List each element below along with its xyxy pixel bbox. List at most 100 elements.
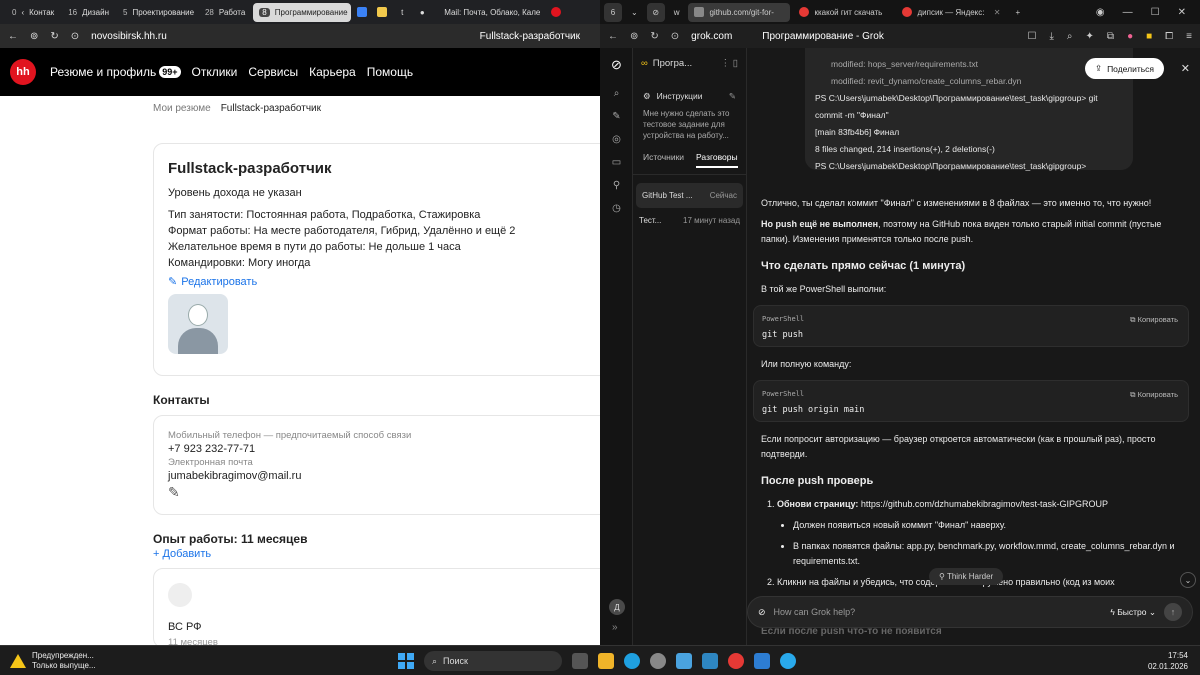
message-paragraph: В той же PowerShell выполни: (761, 284, 887, 294)
tab-favicon-t[interactable]: t (393, 3, 411, 22)
privacy-icon[interactable]: ⊚ (630, 31, 638, 42)
code-text: git push origin main (762, 405, 865, 415)
minimize-icon[interactable]: — (1123, 7, 1133, 18)
tab-favicon-w[interactable]: w (668, 3, 686, 22)
back-arrow-icon[interactable]: ← (8, 31, 18, 42)
new-chat-icon[interactable]: ✎ (600, 105, 633, 128)
tab-group-design[interactable]: 16 Дизайн (62, 3, 115, 22)
clock-date: 02.01.2026 (1147, 662, 1188, 671)
system-clock[interactable]: 17:54 02.01.2026 (1148, 650, 1188, 672)
tab-conversations[interactable]: Разговоры (696, 152, 738, 168)
github-link[interactable]: https://github.com/dzhumabekibragimov/te… (861, 499, 1108, 509)
think-harder-button[interactable]: ⚲ Think Harder (929, 568, 1004, 585)
imagine-icon[interactable]: ◎ (600, 128, 633, 151)
expand-icon[interactable]: » (612, 622, 618, 633)
reload-icon[interactable]: ↻ (50, 31, 58, 42)
tab-favicon-github[interactable]: ● (413, 3, 431, 22)
ai-icon[interactable]: ✦ (1086, 31, 1094, 42)
history-icon[interactable]: ◷ (600, 197, 633, 220)
breadcrumb-my-resumes[interactable]: Мои резюме (153, 103, 211, 123)
scroll-down-button[interactable]: ⌄ (1180, 572, 1196, 588)
more-icon[interactable]: ⋮ ▯ (721, 58, 738, 69)
send-button[interactable]: ↑ (1164, 603, 1182, 621)
photos-icon[interactable] (702, 653, 718, 669)
extension-icon[interactable]: ⧉ (1107, 31, 1114, 42)
tab-group-programming[interactable]: 8Программирование✕ (253, 2, 352, 22)
search-icon[interactable]: ⌕ (600, 82, 633, 105)
tab-favicon-hh[interactable] (547, 3, 565, 22)
nav-help[interactable]: Помощь (367, 65, 413, 79)
puzzle-icon[interactable]: ⧠ (1165, 31, 1173, 42)
search-icon[interactable]: ⌕ (1067, 31, 1073, 42)
tab-favicon-blue[interactable] (353, 3, 371, 22)
yandex-browser-icon[interactable] (728, 653, 744, 669)
bookmark-icon[interactable]: ☐ (1028, 31, 1037, 42)
chat-input[interactable]: ⊘ How can Grok help? ϟ Быстро ⌄ ↑ (747, 596, 1193, 628)
vscode-icon[interactable] (754, 653, 770, 669)
nav-services[interactable]: Сервисы (248, 65, 298, 79)
privacy-icon[interactable]: ⊚ (30, 31, 38, 42)
pencil-icon[interactable]: ✎ (168, 484, 598, 501)
edge-icon[interactable] (624, 653, 640, 669)
add-experience-button[interactable]: + Добавить (153, 548, 600, 560)
back-arrow-icon[interactable]: ← (608, 31, 618, 42)
pin-icon[interactable]: ⚲ (600, 174, 633, 197)
tab-count: 28 (204, 7, 214, 17)
warning-sub: Только выпуще... (32, 660, 96, 670)
tab-git-search[interactable]: ккакой гит скачать (793, 3, 893, 22)
nav-responses[interactable]: Отклики (192, 65, 238, 79)
tab-workspace[interactable]: 6 (604, 2, 622, 22)
tab-github[interactable]: github.com/git-for- (688, 2, 791, 22)
file-explorer-icon[interactable] (598, 653, 614, 669)
projects-icon[interactable]: ▭ (600, 151, 633, 174)
user-avatar[interactable]: Д (609, 599, 625, 615)
grok-logo-icon[interactable]: ⊘ (600, 48, 633, 82)
profile-icon[interactable]: ◉ (1096, 7, 1105, 18)
settings-icon[interactable] (650, 653, 666, 669)
tab-group-contacts[interactable]: 0 ‹ Контак (6, 3, 60, 22)
taskbar-search[interactable]: ⌕ Поиск (424, 651, 562, 671)
copy-button[interactable]: ⧉ Копировать (1130, 312, 1178, 327)
tab-group-work[interactable]: 28 Работа (199, 3, 251, 22)
tab-sources[interactable]: Источники (643, 152, 684, 168)
close-panel-icon[interactable]: ✕ (1181, 62, 1190, 75)
tab-group-projects[interactable]: 5 Проектирование (117, 3, 197, 22)
attach-icon[interactable]: ⊘ (758, 607, 766, 618)
reload-icon[interactable]: ↻ (650, 31, 658, 42)
nav-resume[interactable]: Резюме и профиль 99+ (50, 65, 181, 79)
avatar-head (188, 304, 208, 326)
instructions-header[interactable]: ⚙ Инструкции ✎ (633, 79, 746, 106)
pink-extension-icon[interactable]: ● (1127, 31, 1133, 42)
copy-button[interactable]: ⧉ Копировать (1130, 387, 1178, 402)
control-panel-icon[interactable] (676, 653, 692, 669)
yellow-extension-icon[interactable]: ■ (1146, 31, 1152, 42)
menu-icon[interactable]: ≡ (1186, 31, 1192, 42)
edit-resume-link[interactable]: ✎ Редактировать (168, 275, 598, 289)
maximize-icon[interactable]: ☐ (1151, 7, 1160, 18)
tab-favicon-python[interactable] (373, 3, 391, 22)
start-icon[interactable] (398, 653, 414, 669)
tab-mail[interactable]: Mail: Почта, Облако, Кале (433, 3, 545, 22)
close-icon[interactable]: ✕ (994, 8, 1001, 17)
task-view-icon[interactable] (572, 653, 588, 669)
close-window-icon[interactable]: ✕ (1178, 7, 1186, 18)
share-button[interactable]: ⇪ Поделиться (1084, 58, 1164, 79)
think-label: Think Harder (946, 572, 994, 581)
url-field[interactable]: grok.com (691, 31, 732, 42)
download-icon[interactable]: ⤓ (1050, 31, 1054, 42)
conversation-item[interactable]: Тест... 17 минут назад (633, 208, 746, 233)
tab-dropdown[interactable]: ⌄ (625, 3, 644, 22)
new-tab-button[interactable]: + (1009, 3, 1026, 22)
tab-grok[interactable]: ⊘ (646, 2, 665, 22)
pencil-icon[interactable]: ✎ (729, 91, 736, 102)
project-title[interactable]: Програ... (653, 58, 692, 69)
warning-notification[interactable]: Предупрежден... Только выпуще... (0, 651, 130, 671)
nav-career[interactable]: Карьера (309, 65, 356, 79)
mode-selector[interactable]: ϟ Быстро ⌄ (1110, 607, 1156, 618)
url-field[interactable]: novosibirsk.hh.ru (91, 31, 167, 42)
avatar[interactable] (168, 294, 228, 354)
hh-logo[interactable]: hh (10, 59, 36, 85)
telegram-icon[interactable] (780, 653, 796, 669)
conversation-item[interactable]: GitHub Test ... Сейчас (636, 183, 743, 208)
tab-deepseek[interactable]: дипсик — Яндекс: ✕ (896, 3, 1006, 22)
